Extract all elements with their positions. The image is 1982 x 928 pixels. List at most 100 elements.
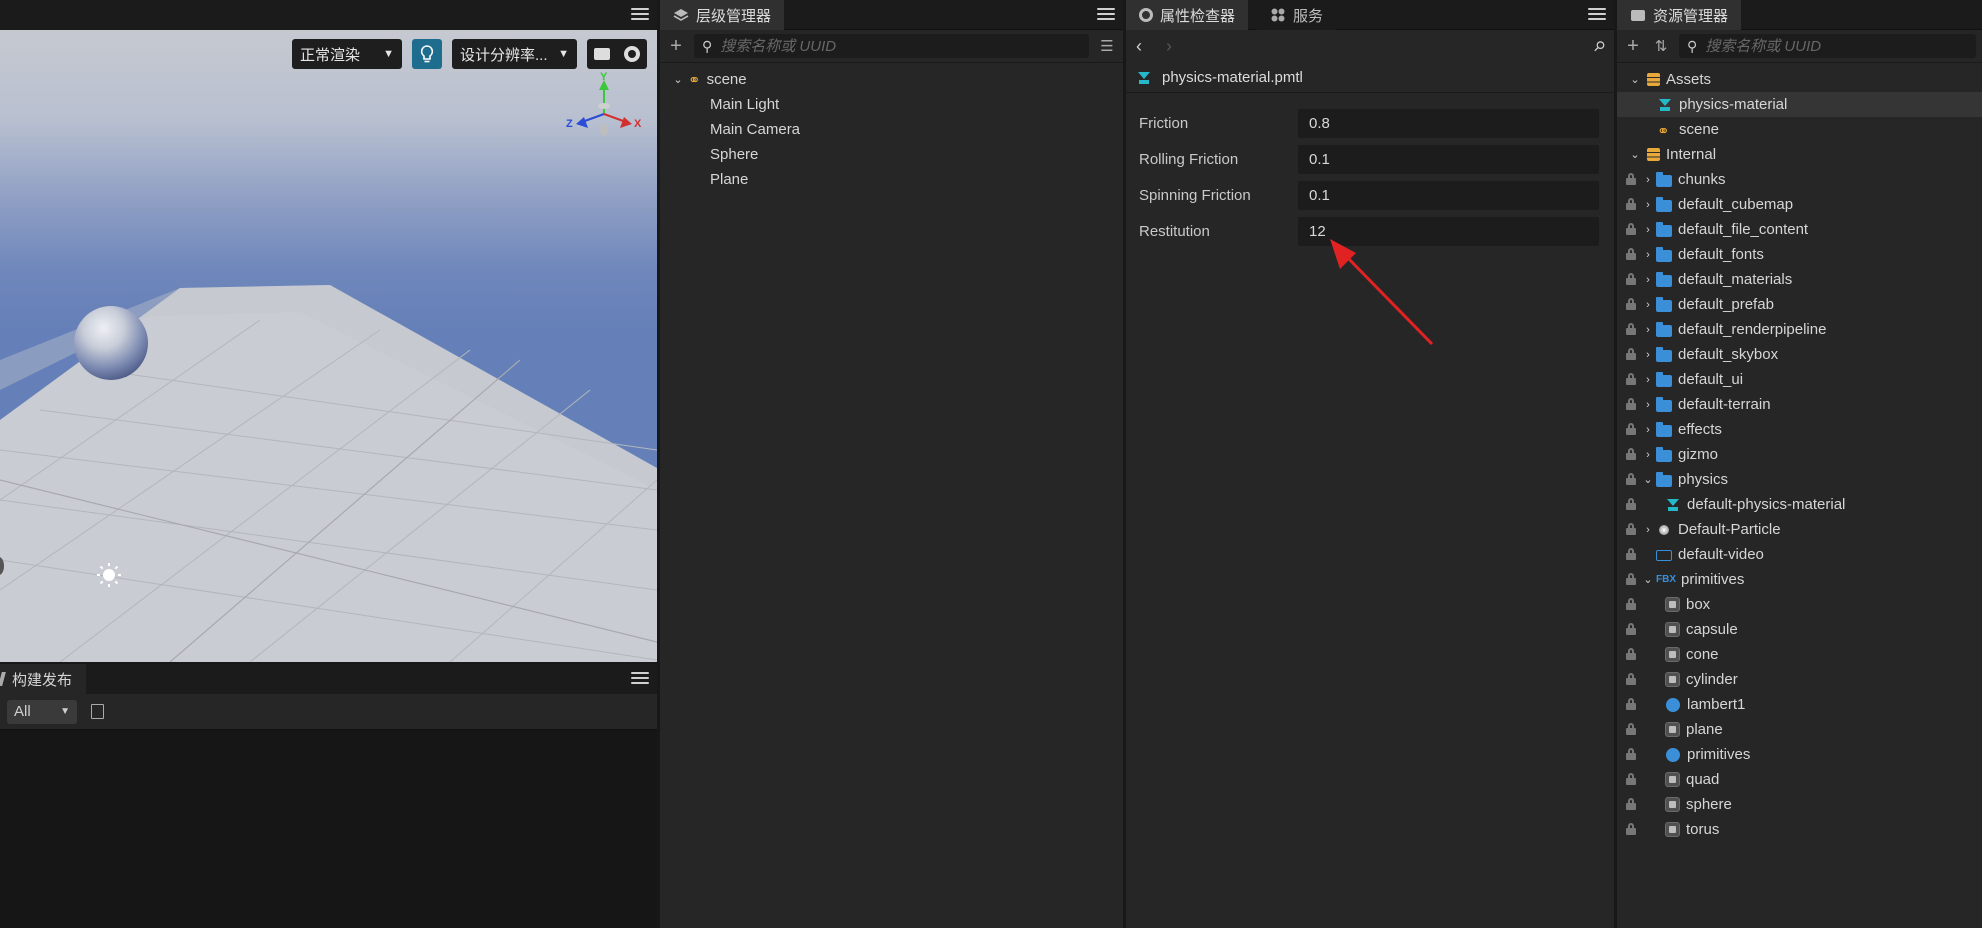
add-asset-icon[interactable]: + xyxy=(1623,35,1643,57)
chevron-right-icon[interactable]: › xyxy=(1640,174,1656,186)
scene-menu-button[interactable] xyxy=(631,4,649,24)
tree-node-scene[interactable]: ⚭ scene xyxy=(1617,117,1982,142)
chevron-right-icon[interactable]: › xyxy=(1640,324,1656,336)
friction-input[interactable]: 0.8 xyxy=(1298,108,1599,138)
platform-filter-value: All xyxy=(14,703,31,720)
lock-icon xyxy=(1626,523,1636,535)
sort-icon[interactable]: ⇅ xyxy=(1651,36,1671,56)
chevron-down-icon[interactable]: ⌄ xyxy=(1640,573,1656,586)
log-file-icon[interactable] xyxy=(91,704,104,719)
sphere-object[interactable] xyxy=(74,306,148,380)
spinning-friction-input[interactable]: 0.1 xyxy=(1298,180,1599,210)
layers-icon xyxy=(673,7,689,23)
chevron-right-icon[interactable]: › xyxy=(1640,424,1656,436)
assets-search[interactable]: ⚲ xyxy=(1679,34,1976,58)
list-view-icon[interactable]: ☰ xyxy=(1097,36,1117,56)
tree-node-mesh[interactable]: plane xyxy=(1617,717,1982,742)
tree-node-mesh[interactable]: cylinder xyxy=(1617,667,1982,692)
back-arrow-icon[interactable]: ‹ xyxy=(1136,36,1142,57)
rolling-friction-input[interactable]: 0.1 xyxy=(1298,144,1599,174)
tree-node-internal[interactable]: ⌄ Internal xyxy=(1617,142,1982,167)
chevron-right-icon[interactable]: › xyxy=(1640,399,1656,411)
build-tab[interactable]: 构建发布 xyxy=(0,664,87,694)
inspector-menu-button[interactable] xyxy=(1588,4,1606,24)
tree-node-mesh[interactable]: torus xyxy=(1617,817,1982,842)
light-icon[interactable] xyxy=(96,562,122,588)
tree-node-folder[interactable]: › default_cubemap xyxy=(1617,192,1982,217)
tree-node-mesh[interactable]: box xyxy=(1617,592,1982,617)
forward-arrow-icon[interactable]: › xyxy=(1166,36,1172,57)
platform-filter-dropdown[interactable]: All ▼ xyxy=(7,699,77,724)
tree-node-mesh[interactable]: sphere xyxy=(1617,792,1982,817)
lightbulb-toggle-button[interactable] xyxy=(412,39,442,69)
tree-node-folder[interactable]: › default_skybox xyxy=(1617,342,1982,367)
axis-gizmo[interactable]: Y X Z xyxy=(560,71,646,154)
camera-icon[interactable] xyxy=(594,48,610,60)
tree-node-sphere[interactable]: Sphere xyxy=(660,142,1123,167)
assets-panel: 资源管理器 + ⇅ ⚲ ⌄ Assets physics-material ⚭ … xyxy=(1617,0,1982,928)
tree-node-physics-material[interactable]: physics-material xyxy=(1617,92,1982,117)
tree-node-default-video[interactable]: default-video xyxy=(1617,542,1982,567)
tree-node-folder[interactable]: › default-terrain xyxy=(1617,392,1982,417)
lock-icon xyxy=(1626,198,1636,210)
hierarchy-search-input[interactable] xyxy=(720,37,1081,55)
hammer-icon xyxy=(0,672,6,686)
chevron-right-icon[interactable]: › xyxy=(1640,224,1656,236)
tree-node-mesh[interactable]: cone xyxy=(1617,642,1982,667)
tree-node-plane[interactable]: Plane xyxy=(660,167,1123,192)
assets-tab[interactable]: 资源管理器 xyxy=(1617,0,1742,30)
chevron-right-icon[interactable]: › xyxy=(1640,249,1656,261)
tree-node-main-camera[interactable]: Main Camera xyxy=(660,117,1123,142)
tree-node-folder[interactable]: › default_ui xyxy=(1617,367,1982,392)
tree-node-default-physics-material[interactable]: default-physics-material xyxy=(1617,492,1982,517)
assets-tabbar: 资源管理器 xyxy=(1617,0,1982,30)
tree-node-main-light[interactable]: Main Light xyxy=(660,92,1123,117)
service-tab[interactable]: 服务 xyxy=(1257,0,1337,30)
hierarchy-menu-button[interactable] xyxy=(1097,4,1115,24)
tree-node-folder[interactable]: › gizmo xyxy=(1617,442,1982,467)
chevron-right-icon[interactable]: › xyxy=(1640,199,1656,211)
add-node-icon[interactable]: + xyxy=(666,35,686,57)
build-menu-button[interactable] xyxy=(631,668,649,688)
service-tab-label: 服务 xyxy=(1293,7,1324,25)
chevron-down-icon[interactable]: ⌄ xyxy=(1640,473,1656,486)
chevron-down-icon[interactable]: ⌄ xyxy=(670,73,686,86)
tree-node-folder[interactable]: › default_fonts xyxy=(1617,242,1982,267)
gear-icon[interactable] xyxy=(624,46,640,62)
chevron-down-icon[interactable]: ⌄ xyxy=(1627,73,1643,86)
hierarchy-search[interactable]: ⚲ xyxy=(694,34,1089,58)
hierarchy-tab[interactable]: 层级管理器 xyxy=(660,0,785,30)
chevron-right-icon[interactable]: › xyxy=(1640,449,1656,461)
tree-node-default-particle[interactable]: › Default-Particle xyxy=(1617,517,1982,542)
chevron-right-icon[interactable]: › xyxy=(1640,299,1656,311)
chevron-right-icon[interactable]: › xyxy=(1640,374,1656,386)
inspector-tab[interactable]: 属性检查器 xyxy=(1126,0,1249,30)
chevron-right-icon[interactable]: › xyxy=(1640,349,1656,361)
tree-node-primitives-fbx[interactable]: ⌄ FBX primitives xyxy=(1617,567,1982,592)
scene-viewport[interactable]: 正常渲染 ▼ 设计分辨率... ▼ Y X Z xyxy=(0,30,657,662)
pin-icon[interactable]: ⚲ xyxy=(1589,37,1609,56)
chevron-right-icon[interactable]: › xyxy=(1640,524,1656,536)
chevron-down-icon[interactable]: ⌄ xyxy=(1627,148,1643,161)
lock-icon xyxy=(1626,673,1636,685)
node-label: Internal xyxy=(1666,146,1717,163)
resolution-dropdown[interactable]: 设计分辨率... ▼ xyxy=(452,39,577,69)
tree-node-folder[interactable]: ⌄ physics xyxy=(1617,467,1982,492)
tree-node-assets[interactable]: ⌄ Assets xyxy=(1617,67,1982,92)
assets-search-input[interactable] xyxy=(1705,37,1968,55)
tree-node-mesh[interactable]: quad xyxy=(1617,767,1982,792)
tree-node-scene[interactable]: ⌄ ⚭ scene xyxy=(660,67,1123,92)
tree-node-folder[interactable]: › default_prefab xyxy=(1617,292,1982,317)
tree-node-mesh[interactable]: primitives xyxy=(1617,742,1982,767)
mesh-icon xyxy=(1665,672,1680,687)
hierarchy-tab-label: 层级管理器 xyxy=(696,7,772,25)
tree-node-folder[interactable]: › default_renderpipeline xyxy=(1617,317,1982,342)
tree-node-mesh[interactable]: capsule xyxy=(1617,617,1982,642)
tree-node-folder[interactable]: › default_file_content xyxy=(1617,217,1982,242)
tree-node-folder[interactable]: › effects xyxy=(1617,417,1982,442)
tree-node-folder[interactable]: › chunks xyxy=(1617,167,1982,192)
chevron-right-icon[interactable]: › xyxy=(1640,274,1656,286)
tree-node-folder[interactable]: › default_materials xyxy=(1617,267,1982,292)
render-mode-dropdown[interactable]: 正常渲染 ▼ xyxy=(292,39,402,69)
tree-node-mesh[interactable]: lambert1 xyxy=(1617,692,1982,717)
